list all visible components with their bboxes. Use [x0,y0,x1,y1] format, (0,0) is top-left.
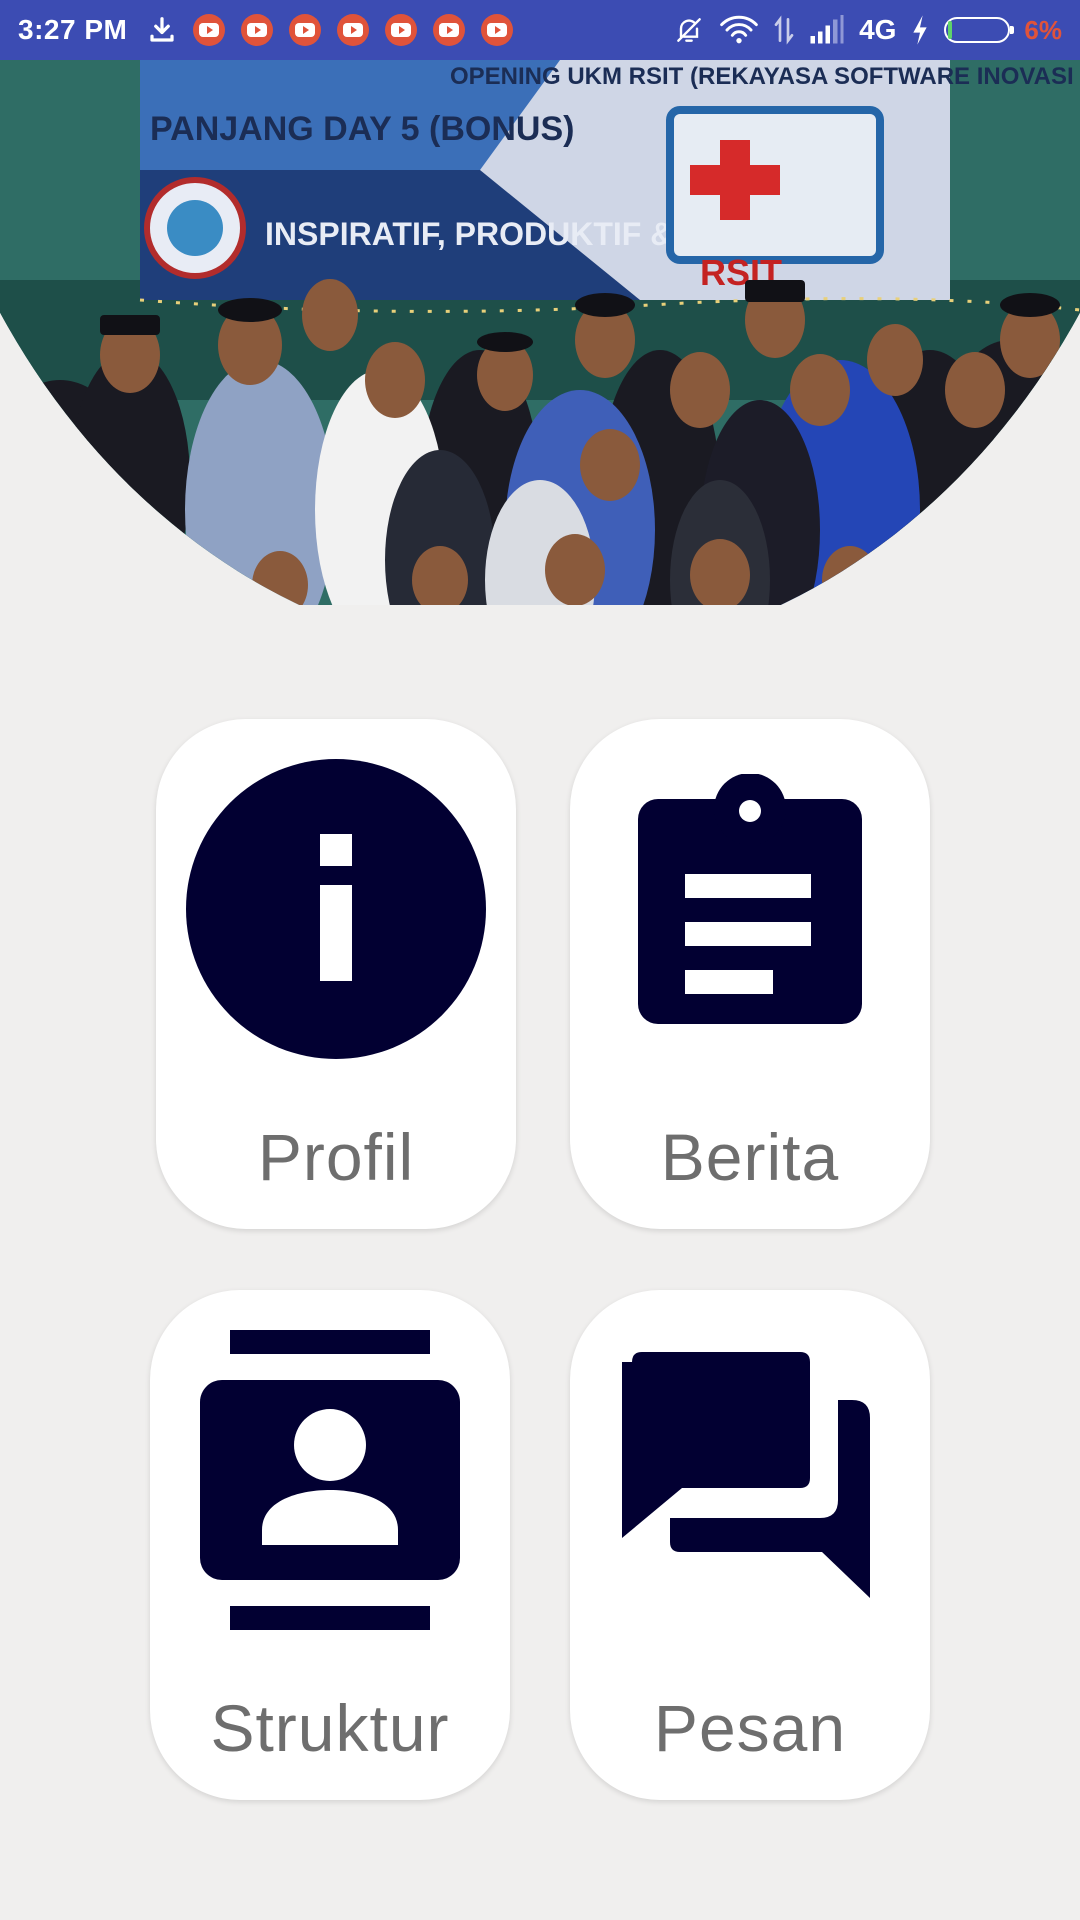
youtube-icon [241,14,274,46]
battery-icon [944,17,1015,43]
battery-level [948,21,953,39]
signal-icon [810,15,844,44]
header-photo-container: PANJANG DAY 5 (BONUS) OPENING UKM RSIT (… [0,60,1080,605]
battery-percent: 6% [1024,14,1062,45]
menu-card-berita[interactable]: Berita [570,719,930,1229]
system-icons: 4G 6% [673,14,1062,46]
menu-card-struktur[interactable]: Struktur [150,1290,510,1800]
menu-label-pesan: Pesan [653,1691,847,1765]
status-time: 3:27 PM [18,14,128,45]
group-photo: PANJANG DAY 5 (BONUS) OPENING UKM RSIT (… [0,60,1080,605]
status-bar: 3:27 PM 4G 6% [0,0,1080,60]
notification-icons [147,14,514,46]
menu-label-berita: Berita [660,1120,840,1194]
youtube-icon [193,14,226,46]
menu-label-struktur: Struktur [210,1691,450,1765]
youtube-icon [385,14,418,46]
forum-chat-icon [570,1330,930,1630]
data-transfer-icon [774,15,794,45]
header-photo-mask: PANJANG DAY 5 (BONUS) OPENING UKM RSIT (… [0,60,1080,605]
banner-text-day: PANJANG DAY 5 (BONUS) [150,110,574,148]
youtube-icon [481,14,514,46]
youtube-icon [433,14,466,46]
banner-text-opening: OPENING UKM RSIT (REKAYASA SOFTWARE INOV… [450,63,1080,90]
home-screen: 3:27 PM 4G 6% PANJANG DAY 5 (BONUS) OPEN… [0,0,1080,1920]
menu-label-profil: Profil [257,1120,415,1194]
wifi-icon [720,15,758,44]
network-type: 4G [859,14,897,45]
youtube-icon [337,14,370,46]
info-circle-icon [156,759,516,1059]
contacts-icon [150,1330,510,1630]
youtube-icon [289,14,322,46]
bell-muted-icon [677,18,701,42]
charging-bolt-icon [913,15,928,45]
menu-card-pesan[interactable]: Pesan [570,1290,930,1800]
menu-card-profil[interactable]: Profil [156,719,516,1229]
clipboard-icon [570,759,930,1059]
download-icon [150,17,174,42]
